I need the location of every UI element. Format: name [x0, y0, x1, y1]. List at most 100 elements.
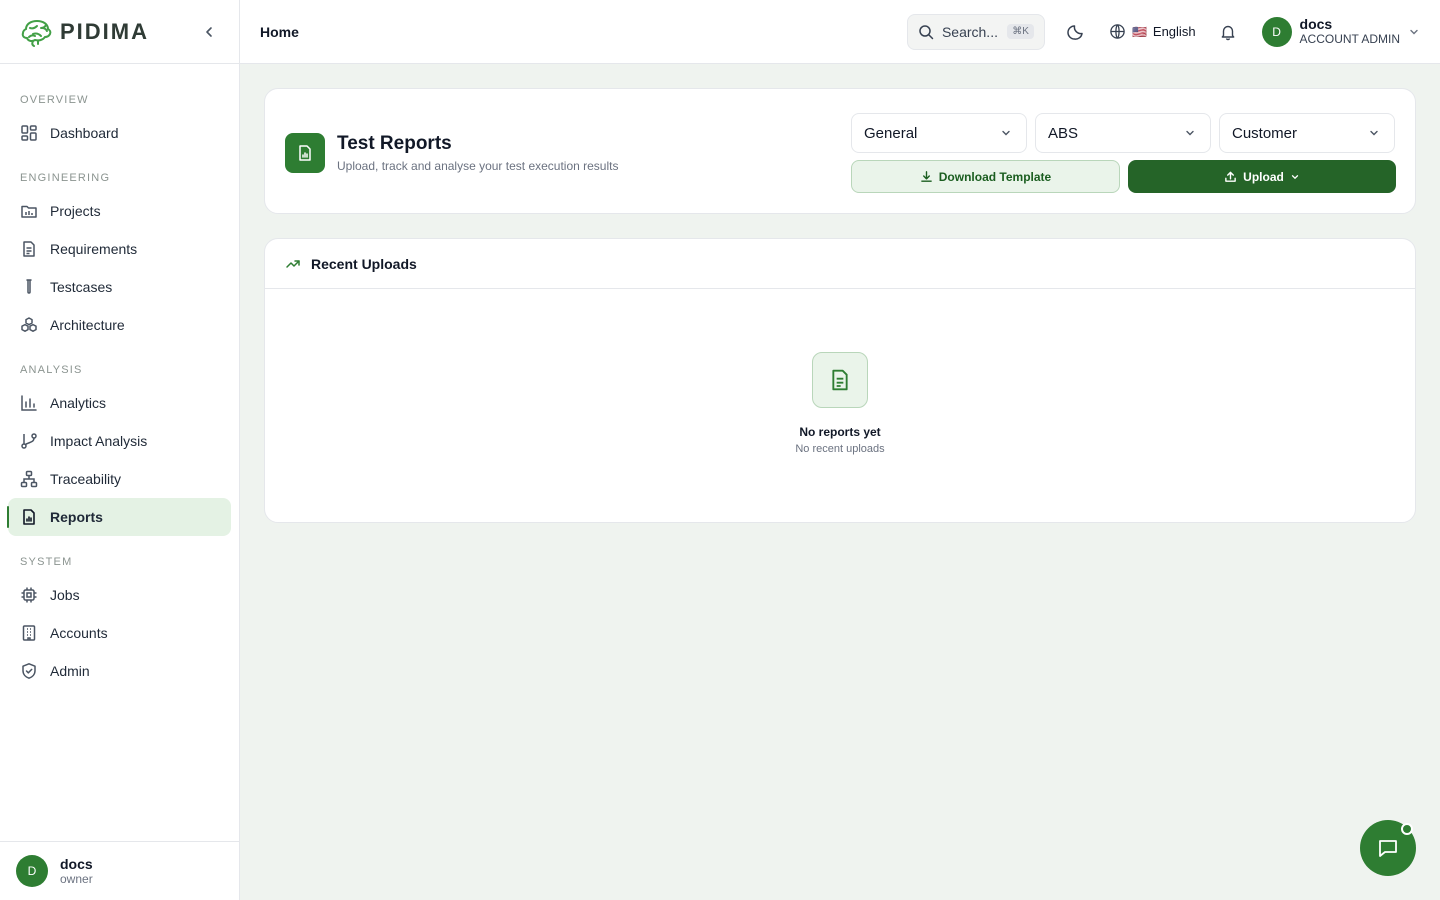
- sidebar-item-label: Impact Analysis: [50, 433, 148, 449]
- upload-button[interactable]: Upload: [1128, 160, 1396, 193]
- empty-state: No reports yet No recent uploads: [265, 352, 1415, 455]
- sidebar-item-analytics[interactable]: Analytics: [8, 384, 231, 422]
- building-icon: [22, 625, 36, 641]
- sidebar-item-impact-analysis[interactable]: Impact Analysis: [8, 422, 231, 460]
- sidebar-item-label: Reports: [50, 509, 103, 525]
- page-title-block: Test Reports Upload, track and analyse y…: [337, 133, 618, 173]
- section-label-engineering: ENGINEERING: [20, 172, 111, 184]
- bar-chart-icon: [21, 395, 37, 411]
- select-value: ABS: [1048, 124, 1079, 142]
- sidebar-item-dashboard[interactable]: Dashboard: [8, 114, 231, 152]
- dashboard-icon: [21, 125, 37, 141]
- sidebar-item-traceability[interactable]: Traceability: [8, 460, 231, 498]
- download-template-button[interactable]: Download Template: [851, 160, 1120, 193]
- account-name: docs: [1299, 16, 1333, 32]
- network-icon: [20, 470, 38, 488]
- brand-bar: PIDIMA: [0, 0, 239, 64]
- sidebar-item-architecture[interactable]: Architecture: [8, 306, 231, 344]
- theme-toggle-button[interactable]: [1060, 16, 1092, 48]
- sidebar-item-requirements[interactable]: Requirements: [8, 230, 231, 268]
- sidebar-item-accounts[interactable]: Accounts: [8, 614, 231, 652]
- recent-uploads-title: Recent Uploads: [311, 255, 417, 272]
- search-shortcut-badge: ⌘K: [1007, 24, 1034, 39]
- page-title: Test Reports: [337, 133, 452, 154]
- boxes-icon: [21, 317, 37, 332]
- collapse-sidebar-button[interactable]: [199, 22, 219, 42]
- bell-icon: [1221, 25, 1234, 40]
- sidebar-item-label: Traceability: [50, 471, 122, 487]
- test-reports-header-card: Test Reports Upload, track and analyse y…: [264, 88, 1416, 214]
- section-label-analysis: ANALYSIS: [20, 364, 83, 376]
- shield-check-icon: [22, 663, 36, 679]
- search-placeholder: Search...: [941, 23, 998, 40]
- sidebar-item-jobs[interactable]: Jobs: [8, 576, 231, 614]
- sidebar-item-label: Jobs: [50, 587, 80, 603]
- top-header: Home Search... ⌘K 🇺🇸 English D docs ACCO…: [240, 0, 1440, 64]
- sidebar-item-label: Accounts: [50, 625, 108, 641]
- chevron-down-icon: [1186, 130, 1194, 136]
- empty-state-badge: [812, 352, 868, 408]
- reports-badge: [285, 133, 325, 173]
- brand-logo[interactable]: PIDIMA: [20, 17, 149, 47]
- sidebar-item-projects[interactable]: Projects: [8, 192, 231, 230]
- moon-icon: [1067, 24, 1083, 40]
- download-icon: [920, 171, 932, 182]
- message-square-icon: [1379, 840, 1397, 857]
- sidebar-item-label: Architecture: [50, 317, 125, 333]
- chevron-down-icon: [1002, 130, 1010, 136]
- upload-label: Upload: [1243, 169, 1284, 184]
- test-tube-icon: [26, 279, 32, 294]
- search-icon: [919, 24, 934, 39]
- breadcrumb[interactable]: Home: [260, 24, 299, 40]
- section-label-overview: OVERVIEW: [20, 94, 89, 106]
- avatar: D: [1261, 16, 1292, 47]
- sidebar-nav: OVERVIEW Dashboard ENGINEERING Projects …: [0, 64, 239, 690]
- notifications-button[interactable]: [1212, 16, 1244, 48]
- scope-select[interactable]: Customer: [1219, 113, 1395, 153]
- chevron-down-icon: [1370, 130, 1378, 136]
- account-role: ACCOUNT ADMIN: [1299, 32, 1400, 46]
- select-value: Customer: [1232, 124, 1298, 142]
- sidebar-item-admin[interactable]: Admin: [8, 652, 231, 690]
- chevron-down-icon: [1410, 29, 1418, 34]
- project-select[interactable]: ABS: [1035, 113, 1211, 153]
- avatar: D: [16, 855, 48, 887]
- globe-icon: [1110, 24, 1125, 39]
- sidebar-item-testcases[interactable]: Testcases: [8, 268, 231, 306]
- brain-logo-icon: [21, 19, 52, 47]
- sidebar-item-label: Projects: [50, 203, 101, 219]
- recent-uploads-header: Recent Uploads: [265, 239, 1415, 289]
- sidebar: PIDIMA OVERVIEW Dashboard ENGINEERING Pr…: [0, 0, 240, 900]
- chevron-down-icon: [1291, 174, 1298, 179]
- folder-chart-icon: [21, 205, 37, 218]
- sidebar-item-label: Testcases: [50, 279, 113, 295]
- recent-uploads-card: Recent Uploads No reports yet No recent …: [264, 238, 1416, 523]
- sidebar-user-name: docs: [60, 856, 93, 872]
- upload-icon: [1225, 171, 1236, 182]
- sidebar-item-label: Requirements: [50, 241, 138, 257]
- us-flag-icon: 🇺🇸: [1131, 24, 1147, 39]
- empty-state-title: No reports yet: [799, 425, 881, 439]
- sidebar-item-label: Analytics: [50, 395, 107, 411]
- sidebar-item-label: Admin: [50, 663, 90, 679]
- sidebar-user-role: owner: [60, 872, 93, 886]
- language-selector[interactable]: 🇺🇸 English: [1109, 23, 1196, 40]
- chevron-left-icon: [206, 26, 212, 37]
- file-chart-icon: [299, 145, 311, 161]
- git-branch-icon: [21, 433, 37, 449]
- file-text-icon: [23, 241, 35, 257]
- download-template-label: Download Template: [938, 169, 1052, 184]
- chat-notification-dot: [1401, 823, 1413, 835]
- page-subtitle: Upload, track and analyse your test exec…: [337, 159, 619, 173]
- account-menu[interactable]: D docs ACCOUNT ADMIN: [1261, 16, 1420, 47]
- trending-up-icon: [286, 259, 300, 268]
- file-chart-icon: [23, 509, 35, 525]
- header-actions: Search... ⌘K 🇺🇸 English D docs ACCOUNT A…: [906, 13, 1420, 50]
- chat-support-button[interactable]: [1360, 820, 1416, 876]
- select-value: General: [864, 124, 918, 142]
- report-type-select[interactable]: General: [851, 113, 1027, 153]
- sidebar-user-card[interactable]: D docs owner: [0, 841, 239, 900]
- empty-state-subtitle: No recent uploads: [795, 443, 885, 455]
- search-input[interactable]: Search... ⌘K: [906, 13, 1045, 50]
- sidebar-item-reports[interactable]: Reports: [7, 498, 231, 536]
